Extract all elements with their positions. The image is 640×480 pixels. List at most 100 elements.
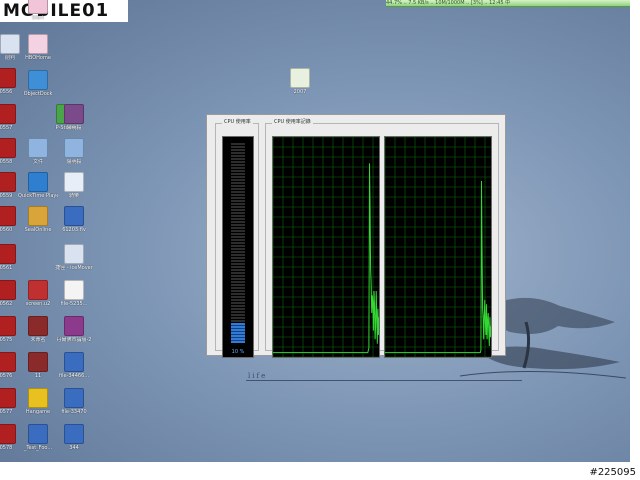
desktop-icon-label: 騎樂 [68,193,79,199]
desktop-icon-label: 0556 [0,89,13,95]
desktop-icon-image [64,352,84,372]
desktop-icon[interactable]: 丹爾佛市論壇-2 [54,316,94,343]
desktop-icon[interactable]: Start [18,0,58,21]
desktop-icon[interactable]: 0560 [0,206,26,233]
logo-suffix: 01 [82,0,110,21]
desktop-icon-image [28,316,48,336]
desktop-icon[interactable]: 61203.flv [54,206,94,233]
cpu-history-group: CPU 使用率記錄 [265,119,499,358]
desktop-icon[interactable]: 0575 [0,316,26,343]
cpu-history-chart-core-2 [385,137,491,357]
desktop-icon[interactable]: 削判 [0,34,30,61]
desktop-icon-image [28,388,48,408]
desktop-icon-image [0,138,16,158]
desktop-icon[interactable]: 0559 [0,172,26,199]
desktop-icon-image [64,138,84,158]
desktop-icon-label: file-5235... [60,301,88,307]
desktop-icon-image [0,316,16,336]
desktop-icon-label: 61203.flv [62,227,86,233]
desktop-icon[interactable]: 0558 [0,138,26,165]
cpu-usage-percent: 10 % [231,349,245,355]
desktop-icon[interactable]: file-5235... [54,280,94,307]
desktop-icon-label: 削判 [4,55,15,61]
cpu-usage-group: CPU 使用率 10 % [215,119,259,358]
desktop-icon-label: 0575 [0,337,13,343]
desktop-icon-image [28,138,48,158]
cpu-usage-fill [231,323,245,343]
desktop-icon[interactable]: 陽明殺 [54,138,94,165]
desktop-icon-image [0,206,16,226]
desktop: MOBILE01 44.7% .. 7.5 KB/s .. 10M/1000M … [0,0,630,462]
desktop-icon-label: 0562 [0,301,13,307]
desktop-icon-image [64,244,84,264]
desktop-icon-image [28,34,48,54]
desktop-icon-label: 陽明殺 [66,159,82,165]
desktop-icon[interactable]: 0577 [0,388,26,415]
desktop-icon-label: 捷徑 - iceMover [55,265,93,271]
desktop-icon[interactable]: 0578 [0,424,26,451]
desktop-icon-image [64,388,84,408]
image-id-label: #225095 [589,467,636,478]
desktop-icon-label: 2007 [293,89,307,95]
desktop-icon-image [64,424,84,444]
desktop-icon-image [64,104,84,124]
desktop-icon[interactable]: 2007 [280,68,320,95]
desktop-icon-label: 丹爾佛市論壇-2 [56,337,92,343]
desktop-icon-image [0,68,16,88]
desktop-icon[interactable]: 捷徑 - iceMover [54,244,94,271]
desktop-icon-image [0,244,16,264]
desktop-icon[interactable]: 0561 [0,244,26,271]
desktop-icon-label: 0557 [0,125,13,131]
desktop-icon[interactable]: 陽明殺 [54,104,94,131]
wallpaper-line [246,380,522,381]
desktop-icon-label: 0561 [0,265,13,271]
desktop-icon[interactable]: 344 [54,424,94,451]
desktop-icon-label: 陽明殺 [66,125,82,131]
desktop-icon-image [64,172,84,192]
desktop-icon[interactable]: 0557 [0,104,26,131]
system-meter-strip: 44.7% .. 7.5 KB/s .. 10M/1000M .. [3%] .… [386,0,630,7]
desktop-icon-image [28,172,48,192]
desktop-icon-image [64,316,84,336]
desktop-icon-image [0,104,16,124]
cpu-usage-bar [231,143,245,343]
desktop-icon[interactable]: 0556 [0,68,26,95]
desktop-icon-image [0,34,20,54]
desktop-icon-image [64,206,84,226]
desktop-icon-image [0,424,16,444]
cpu-usage-meter: 10 % [222,136,254,358]
desktop-icon-image [28,0,48,14]
desktop-icon-label: file-33470 [61,409,87,415]
desktop-icon-label: 0577 [0,409,13,415]
desktop-icon[interactable]: file-34466... [54,352,94,379]
desktop-icon-image [28,70,48,90]
desktop-icon-image [0,172,16,192]
cpu-performance-panel: CPU 使用率 10 % CPU 使用率記錄 [206,114,506,358]
cpu-usage-title: CPU 使用率 [222,119,253,126]
desktop-icon-label: 0576 [0,373,13,379]
desktop-icon[interactable]: 0562 [0,280,26,307]
desktop-icon-image [0,352,16,372]
cpu-history-graph-core-1 [272,136,380,358]
desktop-icon[interactable]: 騎樂 [54,172,94,199]
desktop-icon-label: 0560 [0,227,13,233]
desktop-icon-label: 0558 [0,159,13,165]
desktop-icon-image [28,352,48,372]
desktop-icon[interactable]: file-33470 [54,388,94,415]
desktop-icon-image [28,424,48,444]
desktop-icon-label: 0559 [0,193,13,199]
desktop-icon-label: Start [31,15,45,21]
desktop-icon-label: 344 [69,445,79,451]
wallpaper-life-text: life [248,372,268,380]
desktop-icon-image [0,388,16,408]
cpu-history-chart-core-1 [273,137,379,357]
desktop-icon-image [290,68,310,88]
desktop-icon-image [28,206,48,226]
cpu-history-graph-core-2 [384,136,492,358]
desktop-icon[interactable]: 0576 [0,352,26,379]
cpu-history-title: CPU 使用率記錄 [272,119,313,126]
desktop-icon-label: 0578 [0,445,13,451]
desktop-icon-label: file-34466... [58,373,90,379]
desktop-icon-image [28,280,48,300]
desktop-icon-image [64,280,84,300]
